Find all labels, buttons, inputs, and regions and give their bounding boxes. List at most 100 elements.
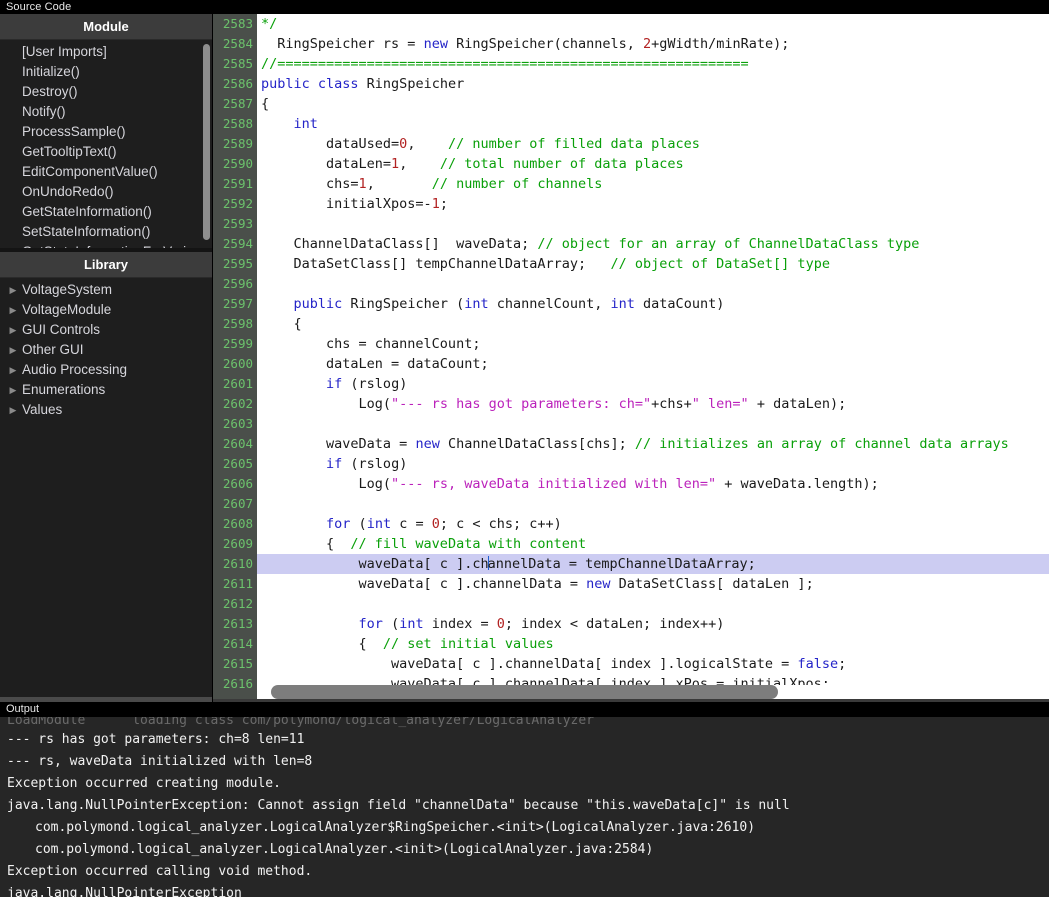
code-line[interactable]: 2598 { xyxy=(213,314,1049,334)
code-line-text[interactable] xyxy=(257,214,1049,234)
code-line-text[interactable]: { // fill waveData with content xyxy=(257,534,1049,554)
library-tree-item[interactable]: ▶GUI Controls xyxy=(0,320,212,340)
code-line-text[interactable]: Log("--- rs has got parameters: ch="+chs… xyxy=(257,394,1049,414)
output-console[interactable]: LoadModule loading class com/polymond/lo… xyxy=(0,717,1049,897)
code-line[interactable]: 2606 Log("--- rs, waveData initialized w… xyxy=(213,474,1049,494)
code-line-text[interactable] xyxy=(257,274,1049,294)
code-token-kw: int xyxy=(294,116,318,132)
tree-indent-spacer: ▶ xyxy=(4,222,22,242)
code-line[interactable]: 2614 { // set initial values xyxy=(213,634,1049,654)
code-line[interactable]: 2586public class RingSpeicher xyxy=(213,74,1049,94)
code-line[interactable]: 2593 xyxy=(213,214,1049,234)
expand-triangle-icon[interactable]: ▶ xyxy=(4,360,22,380)
library-tree-item[interactable]: ▶Values xyxy=(0,400,212,420)
library-tree-item[interactable]: ▶Enumerations xyxy=(0,380,212,400)
code-line-text[interactable]: //======================================… xyxy=(257,54,1049,74)
library-tree-item[interactable]: ▶VoltageModule xyxy=(0,300,212,320)
module-list-scrollbar[interactable] xyxy=(203,44,210,240)
code-line-text[interactable]: if (rslog) xyxy=(257,374,1049,394)
module-tree-item[interactable]: ▶GetStateInformation() xyxy=(0,202,212,222)
code-line-text[interactable] xyxy=(257,494,1049,514)
code-line-text[interactable]: chs = channelCount; xyxy=(257,334,1049,354)
code-line[interactable]: 2594 ChannelDataClass[] waveData; // obj… xyxy=(213,234,1049,254)
code-line[interactable]: 2596 xyxy=(213,274,1049,294)
library-tree-item[interactable]: ▶Other GUI xyxy=(0,340,212,360)
module-tree-item[interactable]: ▶[User Imports] xyxy=(0,42,212,62)
editor-horizontal-scrollbar-track[interactable] xyxy=(257,685,1049,699)
code-line-text[interactable]: for (int index = 0; index < dataLen; ind… xyxy=(257,614,1049,634)
code-line[interactable]: 2604 waveData = new ChannelDataClass[chs… xyxy=(213,434,1049,454)
code-line[interactable]: 2589 dataUsed=0, // number of filled dat… xyxy=(213,134,1049,154)
library-tree-item[interactable]: ▶VoltageSystem xyxy=(0,280,212,300)
code-line[interactable]: 2609 { // fill waveData with content xyxy=(213,534,1049,554)
code-line[interactable]: 2600 dataLen = dataCount; xyxy=(213,354,1049,374)
code-line-text[interactable]: public RingSpeicher (int channelCount, i… xyxy=(257,294,1049,314)
code-line-text[interactable]: */ xyxy=(257,14,1049,34)
code-line-text[interactable]: waveData[ c ].channelData = tempChannelD… xyxy=(257,554,1049,574)
code-line[interactable]: 2611 waveData[ c ].channelData = new Dat… xyxy=(213,574,1049,594)
code-line[interactable]: 2612 xyxy=(213,594,1049,614)
code-line-text[interactable]: public class RingSpeicher xyxy=(257,74,1049,94)
module-tree-item[interactable]: ▶GetTooltipText() xyxy=(0,142,212,162)
library-tree-item[interactable]: ▶Audio Processing xyxy=(0,360,212,380)
code-line[interactable]: 2601 if (rslog) xyxy=(213,374,1049,394)
code-line-text[interactable]: chs=1, // number of channels xyxy=(257,174,1049,194)
expand-triangle-icon[interactable]: ▶ xyxy=(4,380,22,400)
expand-triangle-icon[interactable]: ▶ xyxy=(4,340,22,360)
expand-triangle-icon[interactable]: ▶ xyxy=(4,320,22,340)
code-line[interactable]: 2591 chs=1, // number of channels xyxy=(213,174,1049,194)
code-editor[interactable]: 2583*/2584 RingSpeicher rs = new RingSpe… xyxy=(213,14,1049,702)
code-token-pln: + dataLen); xyxy=(749,396,847,412)
code-line-text[interactable]: { // set initial values xyxy=(257,634,1049,654)
code-line-text[interactable]: if (rslog) xyxy=(257,454,1049,474)
code-line-text[interactable]: waveData = new ChannelDataClass[chs]; //… xyxy=(257,434,1049,454)
code-line-text[interactable]: ChannelDataClass[] waveData; // object f… xyxy=(257,234,1049,254)
code-line[interactable]: 2603 xyxy=(213,414,1049,434)
code-line[interactable]: 2592 initialXpos=-1; xyxy=(213,194,1049,214)
module-tree-item[interactable]: ▶Initialize() xyxy=(0,62,212,82)
code-line-text[interactable]: waveData[ c ].channelData = new DataSetC… xyxy=(257,574,1049,594)
code-line-text[interactable]: dataLen=1, // total number of data place… xyxy=(257,154,1049,174)
module-tree-item[interactable]: ▶OnUndoRedo() xyxy=(0,182,212,202)
code-line[interactable]: 2587{ xyxy=(213,94,1049,114)
code-line-text[interactable] xyxy=(257,414,1049,434)
code-line[interactable]: 2613 for (int index = 0; index < dataLen… xyxy=(213,614,1049,634)
code-line-text[interactable] xyxy=(257,594,1049,614)
code-line[interactable]: 2602 Log("--- rs has got parameters: ch=… xyxy=(213,394,1049,414)
expand-triangle-icon[interactable]: ▶ xyxy=(4,300,22,320)
module-tree-item[interactable]: ▶EditComponentValue() xyxy=(0,162,212,182)
module-tree-item[interactable]: ▶Notify() xyxy=(0,102,212,122)
code-line[interactable]: 2605 if (rslog) xyxy=(213,454,1049,474)
code-line[interactable]: 2590 dataLen=1, // total number of data … xyxy=(213,154,1049,174)
code-line-text[interactable]: DataSetClass[] tempChannelDataArray; // … xyxy=(257,254,1049,274)
module-tree-item[interactable]: ▶SetStateInformation() xyxy=(0,222,212,242)
module-tree-item[interactable]: ▶Destroy() xyxy=(0,82,212,102)
expand-triangle-icon[interactable]: ▶ xyxy=(4,280,22,300)
code-line[interactable]: 2608 for (int c = 0; c < chs; c++) xyxy=(213,514,1049,534)
code-line[interactable]: 2597 public RingSpeicher (int channelCou… xyxy=(213,294,1049,314)
code-line-text[interactable]: { xyxy=(257,314,1049,334)
code-line[interactable]: 2588 int xyxy=(213,114,1049,134)
code-line[interactable]: 2585//==================================… xyxy=(213,54,1049,74)
code-line[interactable]: 2610 waveData[ c ].channelData = tempCha… xyxy=(213,554,1049,574)
editor-horizontal-scrollbar-thumb[interactable] xyxy=(271,685,778,699)
code-line-text[interactable]: int xyxy=(257,114,1049,134)
code-line[interactable]: 2595 DataSetClass[] tempChannelDataArray… xyxy=(213,254,1049,274)
expand-triangle-icon[interactable]: ▶ xyxy=(4,400,22,420)
code-line-text[interactable]: dataLen = dataCount; xyxy=(257,354,1049,374)
code-line-text[interactable]: { xyxy=(257,94,1049,114)
code-line-text[interactable]: dataUsed=0, // number of filled data pla… xyxy=(257,134,1049,154)
module-tree-item[interactable]: ▶ProcessSample() xyxy=(0,122,212,142)
code-lines-container[interactable]: 2583*/2584 RingSpeicher rs = new RingSpe… xyxy=(213,14,1049,702)
code-line[interactable]: 2615 waveData[ c ].channelData[ index ].… xyxy=(213,654,1049,674)
code-line[interactable]: 2607 xyxy=(213,494,1049,514)
code-line[interactable]: 2583*/ xyxy=(213,14,1049,34)
code-line-text[interactable]: waveData[ c ].channelData[ index ].logic… xyxy=(257,654,1049,674)
code-line-text[interactable]: initialXpos=-1; xyxy=(257,194,1049,214)
module-tree-item[interactable]: ▶GetStateInformationForVari... xyxy=(0,242,212,248)
code-line-text[interactable]: Log("--- rs, waveData initialized with l… xyxy=(257,474,1049,494)
code-line-text[interactable]: for (int c = 0; c < chs; c++) xyxy=(257,514,1049,534)
code-line-text[interactable]: RingSpeicher rs = new RingSpeicher(chann… xyxy=(257,34,1049,54)
code-line[interactable]: 2599 chs = channelCount; xyxy=(213,334,1049,354)
code-line[interactable]: 2584 RingSpeicher rs = new RingSpeicher(… xyxy=(213,34,1049,54)
